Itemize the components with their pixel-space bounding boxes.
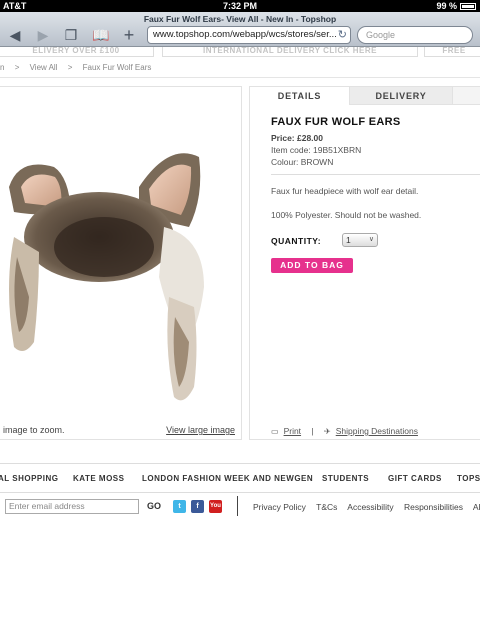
product-name: FAUX FUR WOLF EARS xyxy=(271,116,401,128)
breadcrumb: n > View All > Faux Fur Wolf Ears xyxy=(0,63,480,77)
quantity-select[interactable]: 1 ∨ xyxy=(342,233,378,247)
product-description: Faux fur headpiece with wolf ear detail. xyxy=(271,186,419,196)
quantity-label: QUANTITY: xyxy=(271,236,322,246)
print-link[interactable]: Print xyxy=(284,426,301,436)
breadcrumb-current: Faux Fur Wolf Ears xyxy=(82,63,152,72)
tab-delivery[interactable]: DELIVERY xyxy=(350,87,452,105)
chevron-down-icon: ∨ xyxy=(368,236,374,243)
breadcrumb-separator: > xyxy=(67,63,73,72)
footer-nav-item[interactable]: KATE MOSS xyxy=(73,474,124,483)
footer-nav-item[interactable]: STUDENTS xyxy=(322,474,369,483)
privacy-policy-link[interactable]: Privacy Policy xyxy=(253,502,306,512)
battery-percent: 99 % xyxy=(436,1,457,11)
divider xyxy=(0,492,480,493)
product-colour: Colour: BROWN xyxy=(271,157,334,167)
breadcrumb-item[interactable]: View All xyxy=(30,63,58,72)
clock: 7:32 PM xyxy=(222,1,257,11)
add-icon[interactable]: + xyxy=(120,26,138,44)
shipping-destinations-link[interactable]: Shipping Destinations xyxy=(336,426,418,436)
pages-icon[interactable]: ❐ xyxy=(62,28,80,42)
url-field[interactable]: www.topshop.com/webapp/wcs/stores/ser...… xyxy=(147,26,351,44)
product-image-panel[interactable]: image to zoom. View large image xyxy=(0,86,242,440)
divider xyxy=(0,77,480,78)
responsibilities-link[interactable]: Responsibilities xyxy=(404,502,463,512)
divider xyxy=(0,463,480,464)
back-icon[interactable]: ◀ xyxy=(6,28,24,42)
divider xyxy=(271,174,480,175)
zoom-hint: image to zoom. xyxy=(3,425,65,435)
footer-nav-item[interactable]: TOPS xyxy=(457,474,480,483)
promo-delivery[interactable]: ELIVERY OVER £100 xyxy=(0,47,154,57)
battery-icon xyxy=(460,2,476,10)
product-actions: ▭ Print | ✈ Shipping Destinations xyxy=(271,426,418,436)
browser-toolbar: Faux Fur Wolf Ears- View All - New In - … xyxy=(0,12,480,47)
page-title: Faux Fur Wolf Ears- View All - New In - … xyxy=(143,14,337,24)
product-price: Price: £28.00 xyxy=(271,133,323,143)
go-button[interactable]: GO xyxy=(147,501,161,511)
promo-free[interactable]: FREE xyxy=(424,47,480,57)
product-item-code: Item code: 19B51XBRN xyxy=(271,145,362,155)
youtube-icon[interactable]: You xyxy=(209,500,222,513)
breadcrumb-item[interactable]: n xyxy=(0,63,4,72)
footer-nav-item[interactable]: LONDON FASHION WEEK AND NEWGEN xyxy=(142,474,313,483)
accessibility-link[interactable]: Accessibility xyxy=(347,502,393,512)
view-large-image-link[interactable]: View large image xyxy=(166,425,235,435)
product-fabric: 100% Polyester. Should not be washed. xyxy=(271,210,422,220)
footer-links: Privacy Policy T&Cs Accessibility Respon… xyxy=(253,502,480,512)
facebook-icon[interactable]: f xyxy=(191,500,204,513)
reload-icon[interactable]: ↻ xyxy=(338,27,347,43)
breadcrumb-separator: > xyxy=(14,63,20,72)
footer-nav: AL SHOPPING KATE MOSS LONDON FASHION WEE… xyxy=(0,474,480,486)
footer-nav-item[interactable]: GIFT CARDS xyxy=(388,474,442,483)
promo-international[interactable]: INTERNATIONAL DELIVERY CLICK HERE xyxy=(162,47,418,57)
search-field[interactable]: Google xyxy=(357,26,473,44)
tab-more[interactable] xyxy=(452,87,480,105)
footer-nav-item[interactable]: AL SHOPPING xyxy=(0,474,58,483)
detail-tabs: DETAILS DELIVERY xyxy=(250,87,480,105)
status-bar: AT&T 7:32 PM 99 % xyxy=(0,0,480,12)
battery-indicator: 99 % xyxy=(436,0,476,12)
email-field[interactable]: Enter email address xyxy=(5,499,139,514)
product-details-panel: DETAILS DELIVERY FAUX FUR WOLF EARS Pric… xyxy=(249,86,480,440)
url-text: www.topshop.com/webapp/wcs/stores/ser... xyxy=(153,29,337,40)
tab-details[interactable]: DETAILS xyxy=(250,87,350,105)
about-link[interactable]: Ab xyxy=(473,502,480,512)
bookmarks-icon[interactable]: 📖 xyxy=(92,28,110,42)
forward-icon[interactable]: ▶ xyxy=(34,28,52,42)
separator: | xyxy=(311,426,314,436)
twitter-icon[interactable]: t xyxy=(173,500,186,513)
divider xyxy=(237,496,238,516)
terms-link[interactable]: T&Cs xyxy=(316,502,337,512)
promo-strip: ELIVERY OVER £100 INTERNATIONAL DELIVERY… xyxy=(0,47,480,57)
add-to-bag-button[interactable]: ADD TO BAG xyxy=(271,258,353,273)
product-image[interactable] xyxy=(0,87,243,441)
airplane-icon: ✈ xyxy=(324,427,331,436)
print-icon: ▭ xyxy=(271,427,279,436)
quantity-value: 1 xyxy=(346,235,351,245)
